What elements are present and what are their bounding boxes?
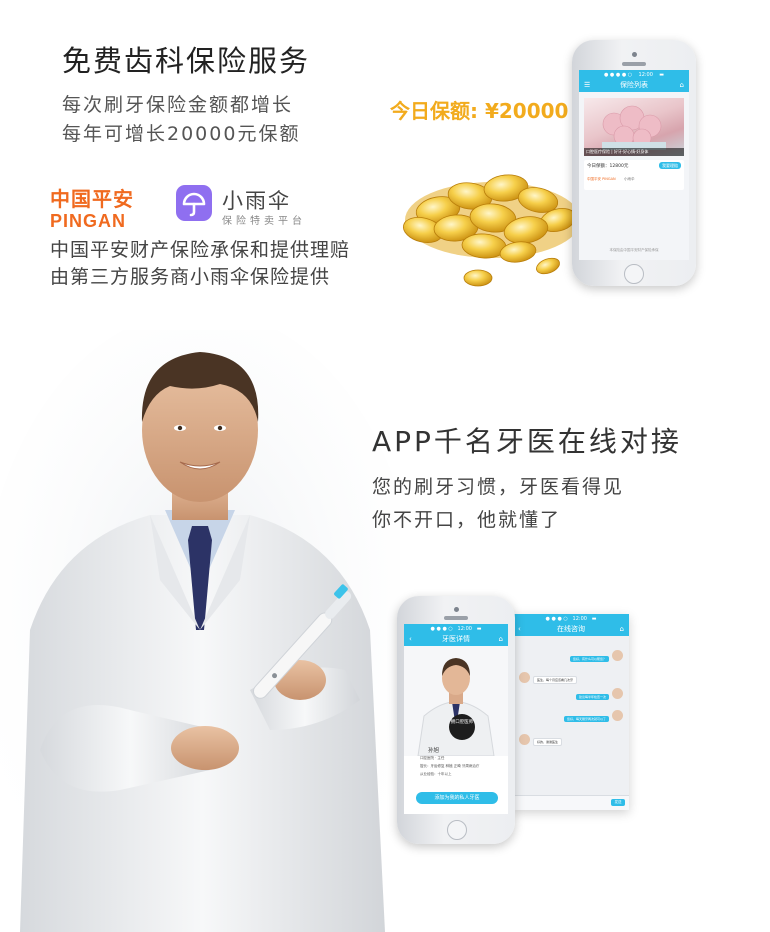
insurer-note-line-2: 由第三方服务商小雨伞保险提供 [50, 266, 331, 288]
subtitle-line-2: 每年可增长20000元保额 [62, 123, 301, 145]
chat-message: 您好，有什么可以帮您？ [569, 656, 609, 662]
home-button[interactable] [447, 820, 467, 840]
send-button[interactable]: 发送 [611, 799, 625, 806]
partner-label: 中国平安 PINGAN [587, 177, 616, 181]
app-section-line-2: 你不开口，他就懂了 [372, 509, 562, 531]
nav-bar: 保险列表 [579, 79, 689, 92]
page-heading: 免费齿科保险服务 [62, 44, 311, 78]
home-button[interactable] [624, 264, 644, 284]
banner-caption: 口腔医疗保险 | 好牙·好心情·好身体 [584, 148, 684, 156]
umbrella-icon [176, 185, 212, 221]
phone-screen: ● ● ● ○ 12:00 ▬ 牙医详情 ‹ ⌂ 拥口腔医师 孙旭 口腔医院 ·… [404, 624, 508, 814]
home-icon[interactable]: ⌂ [620, 623, 624, 636]
nav-bar: 牙医详情 [404, 633, 508, 646]
home-icon[interactable]: ⌂ [499, 633, 503, 646]
xiaoyusan-name: 小雨伞 [222, 189, 291, 213]
avatar [612, 650, 623, 661]
avatar [612, 688, 623, 699]
partner-note: 小雨伞 [624, 177, 635, 181]
front-camera [454, 607, 459, 612]
nav-title: 在线咨询 [557, 625, 585, 633]
chat-message: 您好，每天刷牙两次就可以了 [563, 716, 609, 722]
daily-coverage-label: 今日保额: ¥20000 [390, 99, 569, 123]
pingan-logo-en: PINGAN [50, 211, 127, 231]
dentist-photo [0, 330, 400, 932]
phone-dentist-detail: ● ● ● ○ 12:00 ▬ 牙医详情 ‹ ⌂ 拥口腔医师 孙旭 口腔医院 ·… [397, 596, 515, 844]
claim-button[interactable]: 我要理赔 [659, 162, 681, 169]
chat-input-bar[interactable]: 发送 [513, 795, 629, 810]
chat-message: 建议每半年检查一次 [575, 694, 609, 700]
footer-note: 本保险由中国平安财产保险承保 [609, 248, 659, 252]
doctor-info-row: 擅长：牙齿修复 种植 正畸 牙周病治疗 [420, 764, 480, 768]
home-icon[interactable]: ⌂ [680, 79, 684, 92]
front-camera [632, 52, 637, 57]
phone-screen: ● ● ● ● ○ 12:00 ▬ 保险列表 ☰ ⌂ 口腔医疗保险 | 好牙·好… [579, 70, 689, 260]
back-icon[interactable]: ‹ [518, 623, 521, 636]
phone-speaker [444, 616, 468, 620]
add-dentist-button[interactable]: 添加为我的私人牙医 [416, 792, 498, 804]
doctor-portrait [404, 646, 508, 756]
today-coverage: 今日保额：12800元 [587, 164, 629, 169]
doctor-name: 孙旭 [428, 748, 440, 754]
chat-message: 好的，谢谢医生 [533, 738, 563, 746]
avatar [519, 734, 530, 745]
doctor-info-row: 口腔医院 · 主任 [420, 756, 445, 760]
app-section-line-1: 您的刷牙习惯，牙医看得见 [372, 476, 625, 498]
nav-title: 保险列表 [620, 81, 648, 89]
phone-chat: ● ● ● ○ 12:00 ▬ 在线咨询 ‹ ⌂ 您好，有什么可以帮您？ 医生，… [513, 614, 629, 810]
nav-title: 牙医详情 [442, 635, 470, 643]
insurer-note-line-1: 中国平安财产保险承保和提供理赔 [50, 239, 351, 261]
xiaoyusan-tagline: 保险特卖平台 [222, 216, 306, 227]
phone-speaker [622, 62, 646, 66]
pingan-logo: 中国平安 PINGAN [50, 183, 140, 231]
chat-message: 医生，每个月应该看几次牙 [533, 676, 578, 684]
app-section-title: APP千名牙医在线对接 [372, 425, 682, 458]
gold-coins-illustration [402, 174, 581, 287]
menu-icon[interactable]: ☰ [584, 79, 590, 92]
subtitle-line-1: 每次刷牙保险金额都增长 [62, 94, 294, 116]
pingan-logo-cn: 中国平安 [50, 189, 134, 211]
nav-bar: 在线咨询 [513, 623, 629, 636]
avatar [519, 672, 530, 683]
avatar [612, 710, 623, 721]
phone-insurance-list: ● ● ● ● ○ 12:00 ▬ 保险列表 ☰ ⌂ 口腔医疗保险 | 好牙·好… [572, 40, 696, 286]
doctor-info-row: 从业经验：十年以上 [420, 772, 452, 776]
back-icon[interactable]: ‹ [409, 633, 412, 646]
coverage-card: 今日保额：12800元 我要理赔 中国平安 PINGAN 小雨伞 [584, 160, 684, 190]
doctor-badge: 拥口腔医师 [449, 714, 475, 740]
